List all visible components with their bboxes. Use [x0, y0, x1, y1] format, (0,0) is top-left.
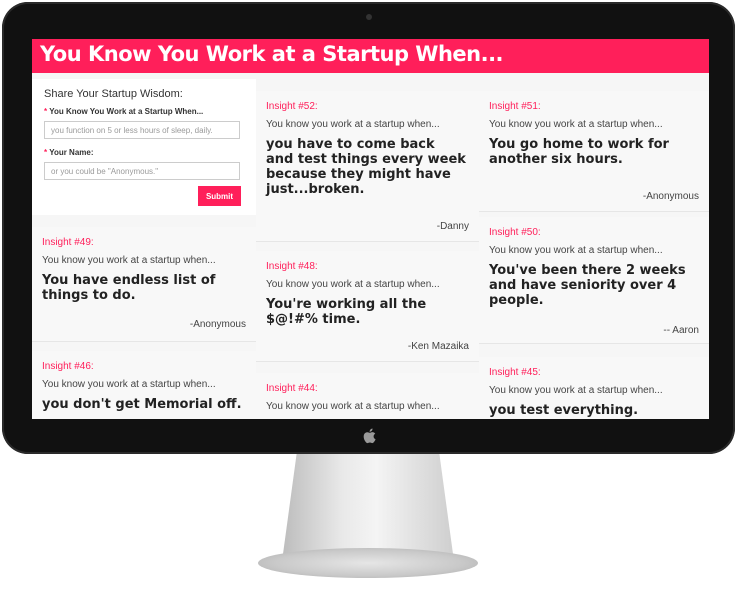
site-header: You Know You Work at a Startup When...: [32, 39, 709, 73]
insight-number: Insight #48:: [266, 261, 318, 272]
insight-card-51: Insight #51: You know you work at a star…: [479, 91, 709, 212]
insight-card-44: Insight #44: You know you work at a star…: [256, 373, 479, 419]
insight-author: -Danny: [436, 221, 469, 232]
insight-lead: You know you work at a startup when...: [489, 119, 663, 130]
submit-button[interactable]: Submit: [198, 186, 241, 206]
insight-card-52: Insight #52: You know you work at a star…: [256, 91, 479, 242]
insight-lead: You know you work at a startup when...: [42, 255, 216, 266]
form-heading: Share Your Startup Wisdom:: [44, 88, 183, 100]
insight-number: Insight #46:: [42, 361, 94, 372]
monitor-bezel: You Know You Work at a Startup When... S…: [2, 2, 735, 454]
insight-author: -Ken Mazaika: [407, 341, 469, 352]
submission-form: Share Your Startup Wisdom: * You Know Yo…: [32, 79, 256, 215]
insight-number: Insight #49:: [42, 237, 94, 248]
insight-author: -Anonymous: [189, 319, 246, 330]
insight-card-45: Insight #45: You know you work at a star…: [479, 357, 709, 419]
insight-number: Insight #50:: [489, 227, 541, 238]
insight-lead: You know you work at a startup when...: [266, 119, 440, 130]
insight-lead: You know you work at a startup when...: [489, 245, 663, 256]
required-mark: *: [44, 148, 48, 157]
insight-author: -Anonymous: [642, 191, 699, 202]
browser-screen: You Know You Work at a Startup When... S…: [32, 39, 709, 419]
insight-field-label-text: You Know You Work at a Startup When...: [49, 107, 204, 116]
insight-card-49: Insight #49: You know you work at a star…: [32, 227, 256, 342]
insight-card-48: Insight #48: You know you work at a star…: [256, 251, 479, 362]
insight-card-50: Insight #50: You know you work at a star…: [479, 217, 709, 344]
site-title: You Know You Work at a Startup When...: [40, 42, 504, 66]
insight-message: You have endless list of things to do.: [42, 273, 216, 303]
insight-number: Insight #52:: [266, 101, 318, 112]
insight-lead: You know you work at a startup when...: [266, 279, 440, 290]
apple-logo-icon: [363, 428, 376, 444]
insight-message: you don't get Memorial off.: [42, 397, 242, 412]
insight-message: you test everything.: [489, 403, 639, 418]
insight-number: Insight #51:: [489, 101, 541, 112]
monitor-stand-base: [258, 548, 478, 578]
camera-icon: [366, 14, 372, 20]
insight-number: Insight #45:: [489, 367, 541, 378]
insight-message: You go home to work for another six hour…: [489, 137, 669, 167]
insight-message: You've been there 2 weeks and have senio…: [489, 263, 686, 308]
insight-input[interactable]: [44, 121, 240, 139]
insight-lead: You know you work at a startup when...: [42, 379, 216, 390]
required-mark: *: [44, 107, 48, 116]
monitor-stand: [283, 454, 453, 554]
name-field-label-text: Your Name:: [49, 148, 94, 157]
name-input[interactable]: [44, 162, 240, 180]
insight-lead: You know you work at a startup when...: [489, 385, 663, 396]
insight-card-46: Insight #46: You know you work at a star…: [32, 351, 256, 419]
insight-author: -- Aaron: [663, 325, 699, 336]
name-field-label: * Your Name:: [44, 148, 94, 157]
insight-message: You're working all the $@!#% time.: [266, 297, 427, 327]
insight-message: you have to come back and test things ev…: [266, 137, 466, 197]
insight-lead: You know you work at a startup when...: [266, 401, 440, 412]
insight-number: Insight #44:: [266, 383, 318, 394]
insight-field-label: * You Know You Work at a Startup When...: [44, 107, 203, 116]
